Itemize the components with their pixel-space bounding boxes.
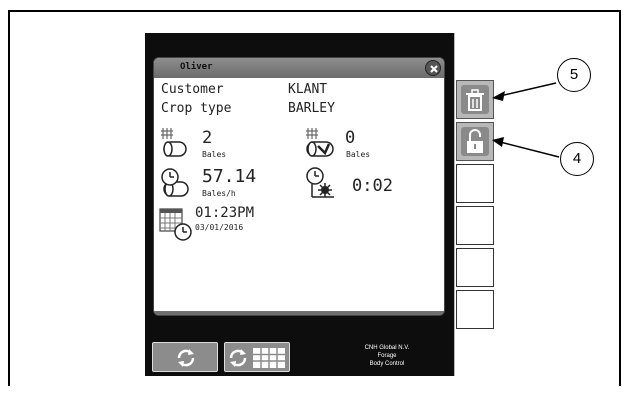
callout-4: 4 bbox=[560, 142, 594, 176]
callout-arrows bbox=[492, 82, 560, 158]
callout-5: 5 bbox=[557, 58, 591, 92]
